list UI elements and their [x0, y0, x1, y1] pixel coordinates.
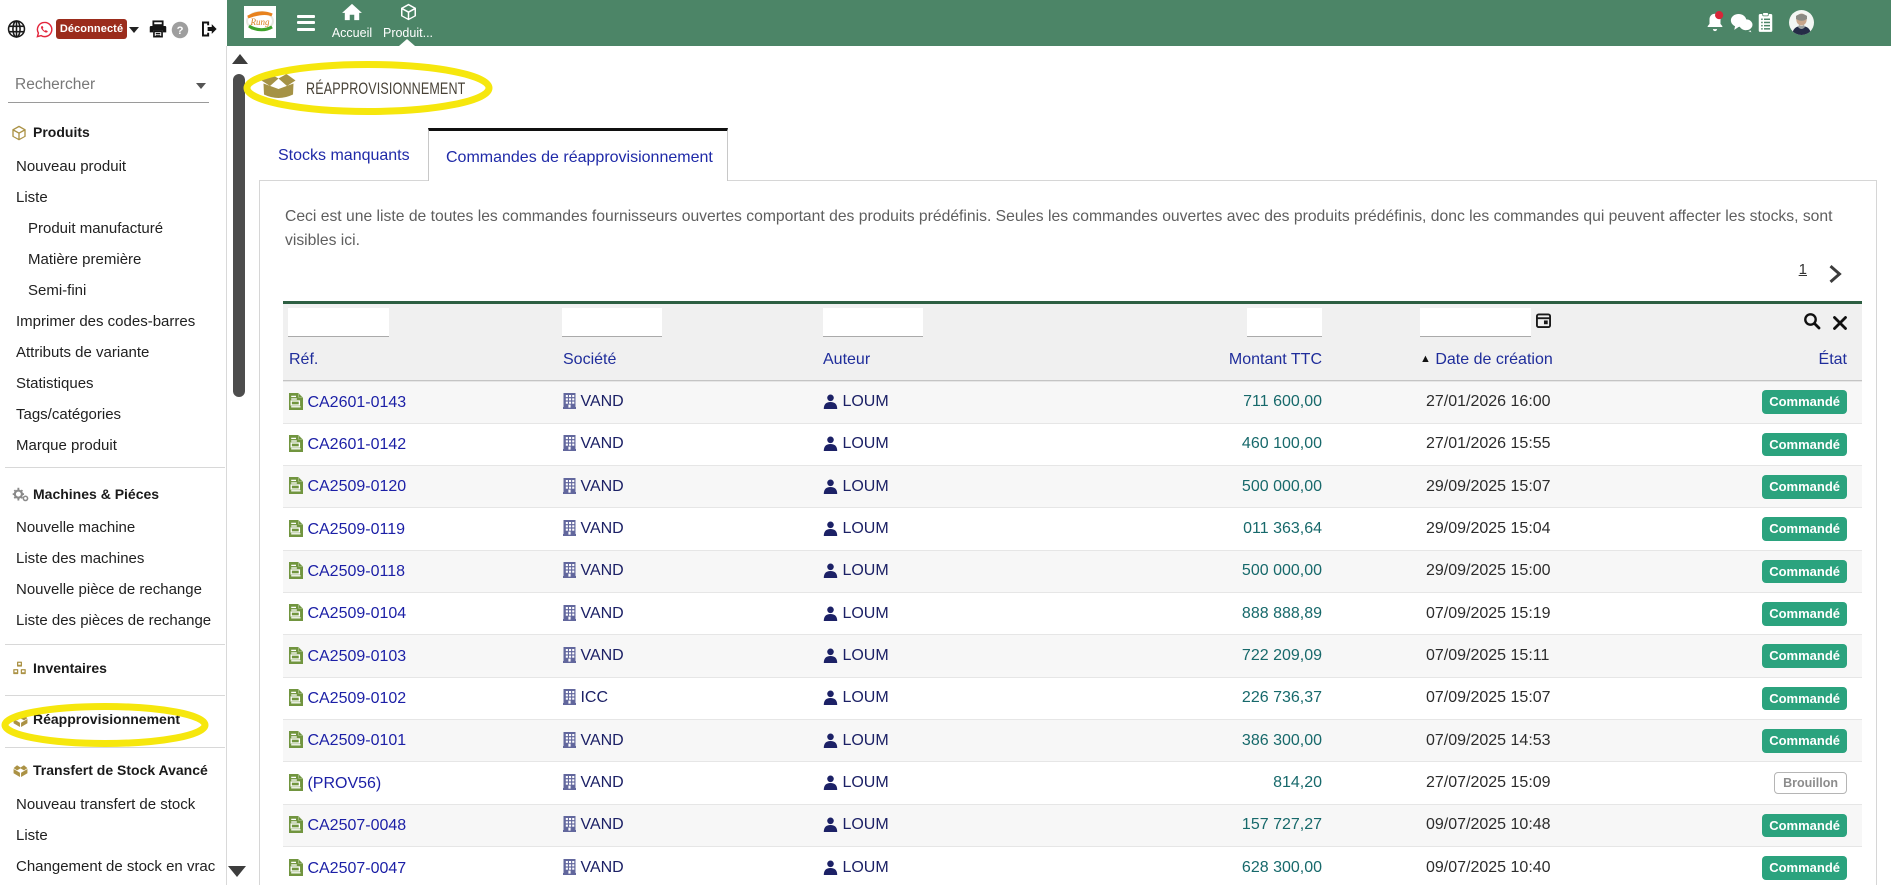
- svg-text:Rung: Rung: [250, 17, 270, 27]
- svg-text:?: ?: [177, 25, 184, 37]
